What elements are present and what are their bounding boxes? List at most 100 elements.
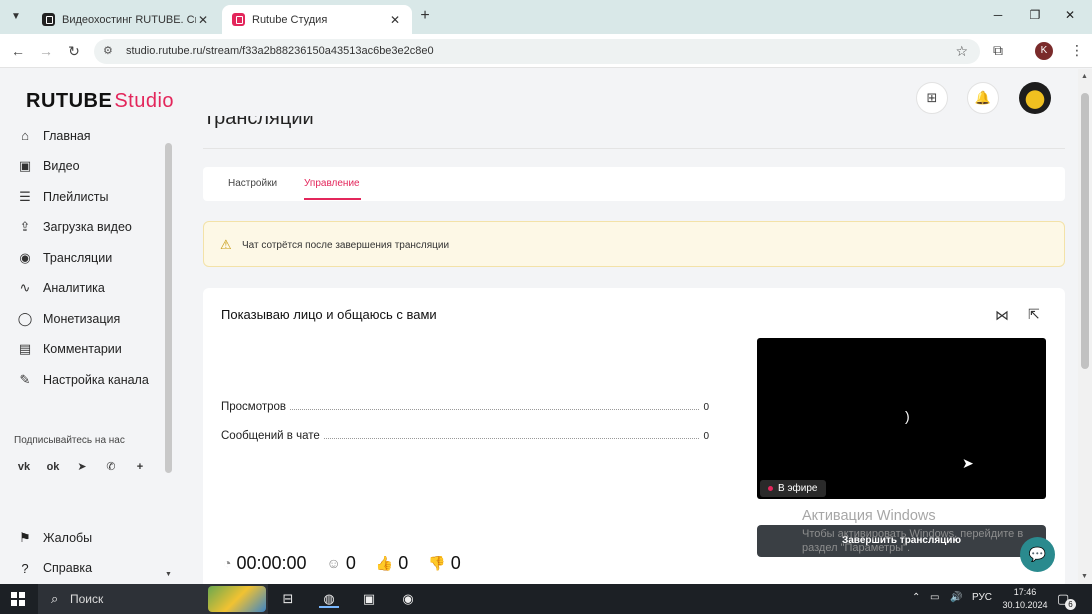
mouse-cursor-icon: ➤: [962, 455, 974, 471]
live-badge-label: В эфире: [778, 483, 818, 494]
chat-warning-banner: ⚠ Чат сотрётся после завершения трансляц…: [203, 221, 1065, 267]
sidebar-item-label: Плейлисты: [43, 190, 109, 204]
input-language[interactable]: РУС: [972, 592, 992, 603]
restore-icon[interactable]: ❐: [1027, 8, 1043, 22]
browser-tab-rutube[interactable]: Видеохостинг RUTUBE. Смотри ✕: [32, 5, 220, 34]
flag-icon: ⚑: [19, 530, 31, 545]
help-icon: ?: [21, 560, 29, 576]
new-tab-button[interactable]: +: [416, 7, 434, 25]
profile-avatar[interactable]: K: [1035, 42, 1053, 60]
sidebar-item-broadcasts[interactable]: ◉ Трансляции: [16, 247, 112, 269]
sidebar-item-playlists[interactable]: ☰ Плейлисты: [16, 186, 108, 208]
close-tab-icon[interactable]: ✕: [196, 13, 210, 27]
open-external-icon[interactable]: ⇱: [1028, 306, 1040, 323]
browser-toolbar: ← → ↻ ⚙ studio.rutube.ru/stream/f33a2b88…: [0, 34, 1092, 68]
stream-preview-player[interactable]: ) В эфире ➤: [757, 338, 1046, 499]
sidebar-item-label: Справка: [43, 561, 93, 575]
support-chat-button[interactable]: 💬: [1020, 537, 1055, 572]
follow-us-label: Подписывайтесь на нас: [14, 435, 125, 446]
sidebar-item-complaints[interactable]: ⚑ Жалобы: [16, 527, 92, 549]
rutube-studio-logo[interactable]: RUTUBE Studio: [26, 90, 174, 113]
sidebar-item-label: Главная: [43, 129, 91, 143]
task-view-icon[interactable]: ⊟: [278, 590, 298, 608]
reload-icon[interactable]: ↻: [65, 42, 83, 60]
minimize-icon[interactable]: ─: [990, 8, 1006, 22]
stream-metrics: ◔ 00:00:00 ☺ 0 👍 0 👎 0: [223, 548, 481, 578]
stat-views: Просмотров 0: [221, 401, 709, 413]
obs-icon[interactable]: ◉: [398, 590, 418, 608]
tray-chevron-icon[interactable]: ⌃: [912, 592, 920, 603]
channel-settings-icon: ✎: [19, 372, 31, 387]
ok-icon[interactable]: ok: [43, 457, 63, 477]
playlist-icon: ☰: [19, 189, 31, 204]
tab-title: Rutube Студия: [252, 13, 328, 26]
volume-icon[interactable]: 🔊: [950, 592, 962, 603]
tab-settings[interactable]: Настройки: [228, 178, 277, 189]
user-avatar[interactable]: [1019, 82, 1051, 114]
timer-value: 00:00:00: [236, 552, 307, 573]
page-tabs: Настройки Управление: [203, 167, 1065, 201]
broadcast-icon: ◉: [19, 250, 31, 265]
warning-icon: ⚠: [220, 237, 232, 252]
viber-icon[interactable]: ✆: [101, 457, 121, 477]
sidebar-item-video[interactable]: ▣ Видео: [16, 155, 80, 177]
live-dot-icon: [768, 486, 773, 491]
title-divider: [203, 148, 1065, 149]
live-badge: В эфире: [760, 480, 826, 497]
notification-count-badge: 6: [1065, 599, 1076, 610]
sidebar-item-label: Настройка канала: [43, 373, 149, 387]
windows-start-icon[interactable]: [11, 592, 25, 606]
system-clock[interactable]: 17:46 30.10.2024: [1000, 586, 1050, 612]
search-placeholder: Поиск: [70, 592, 104, 606]
network-icon[interactable]: ▭: [930, 592, 939, 603]
page-scroll-up-icon[interactable]: ▲: [1081, 73, 1088, 80]
sidebar-scrollbar[interactable]: [165, 143, 172, 473]
taskbar-search[interactable]: ⌕ Поиск: [38, 584, 268, 614]
sidebar-item-label: Видео: [43, 159, 80, 173]
sidebar-scroll-down-icon[interactable]: ▼: [165, 571, 172, 578]
viewers-value: 0: [345, 552, 356, 573]
thumbs-down-icon: 👎: [428, 554, 446, 571]
thumbs-up-icon: 👍: [375, 554, 394, 571]
comments-icon: ▤: [18, 341, 32, 356]
url-text[interactable]: studio.rutube.ru/stream/f33a2b88236150a4…: [126, 45, 434, 57]
bookmark-star-icon[interactable]: ☆: [955, 43, 968, 60]
forward-icon[interactable]: →: [37, 42, 55, 60]
plus-icon[interactable]: +: [130, 457, 150, 477]
stream-title: Показываю лицо и общаюсь с вами: [221, 307, 437, 322]
sidebar-item-analytics[interactable]: ∿ Аналитика: [16, 277, 105, 299]
sidebar-item-help[interactable]: ? Справка: [16, 557, 92, 579]
sidebar-item-channel-settings[interactable]: ✎ Настройка канала: [16, 369, 149, 391]
notifications-bell-icon[interactable]: 🔔: [967, 82, 999, 114]
add-content-icon[interactable]: ⊞: [916, 82, 948, 114]
tab-title: Видеохостинг RUTUBE. Смотри: [62, 13, 196, 26]
tab-management[interactable]: Управление: [304, 178, 360, 189]
analytics-icon: ∿: [19, 280, 31, 295]
address-bar[interactable]: ⚙ studio.rutube.ru/stream/f33a2b88236150…: [94, 39, 980, 64]
search-highlight-image: [208, 586, 266, 612]
app-icon[interactable]: ▣: [359, 590, 379, 608]
chrome-icon[interactable]: ◍: [319, 590, 339, 608]
clock-date: 30.10.2024: [1002, 600, 1048, 610]
loading-spinner-icon: ): [905, 408, 910, 424]
browser-tab-studio[interactable]: Rutube Студия ✕: [222, 5, 412, 34]
sidebar-item-home[interactable]: ⌂ Главная: [16, 125, 91, 147]
viewers-metric: ☺ 0: [327, 553, 356, 574]
telegram-icon[interactable]: ➤: [72, 457, 92, 477]
extensions-icon[interactable]: ⧉: [993, 42, 1003, 59]
clock-icon: ◔: [223, 555, 232, 571]
tab-search-chevron-icon[interactable]: ▼: [6, 6, 26, 26]
vk-icon[interactable]: vk: [14, 457, 34, 477]
page-scrollbar-thumb[interactable]: [1081, 93, 1089, 369]
sidebar-item-upload[interactable]: ⇪ Загрузка видео: [16, 216, 132, 238]
page-scroll-down-icon[interactable]: ▼: [1081, 573, 1088, 580]
share-icon[interactable]: ⋈: [995, 307, 1009, 324]
sidebar-item-monetization[interactable]: ◯ Монетизация: [16, 308, 121, 330]
browser-menu-icon[interactable]: ⋮: [1070, 42, 1084, 59]
site-info-icon[interactable]: ⚙: [103, 45, 116, 58]
close-window-icon[interactable]: ✕: [1062, 8, 1078, 22]
back-icon[interactable]: ←: [9, 42, 27, 60]
close-tab-icon[interactable]: ✕: [388, 13, 402, 27]
sidebar-item-comments[interactable]: ▤ Комментарии: [16, 338, 122, 360]
stat-label: Просмотров: [221, 401, 287, 413]
